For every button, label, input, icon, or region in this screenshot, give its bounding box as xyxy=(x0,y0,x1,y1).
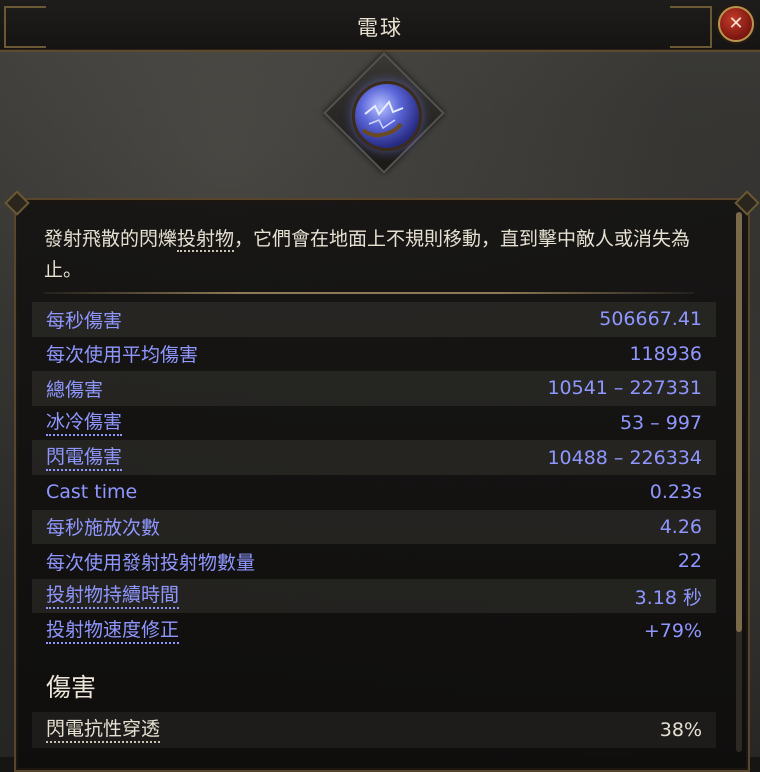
lightning-penetration-tooltip-link[interactable]: 閃電抗性穿透 xyxy=(46,717,161,743)
title-bar: 電球 ✕ xyxy=(0,0,760,52)
stat-row: 投射物速度修正 +79% xyxy=(46,618,702,644)
damage-section-title: 傷害 xyxy=(46,673,97,702)
projectile-speed-tooltip-link[interactable]: 投射物速度修正 xyxy=(46,618,180,644)
scrollbar-thumb[interactable] xyxy=(736,212,742,632)
stat-row: 總傷害 10541 – 227331 xyxy=(32,371,716,406)
damage-stat-row: 閃電抗性穿透 38% xyxy=(32,712,716,748)
skill-icon-frame xyxy=(323,52,445,174)
lightning-damage-tooltip-link[interactable]: 閃電傷害 xyxy=(46,445,123,471)
close-button[interactable]: ✕ xyxy=(718,6,754,42)
stat-row: Cast time 0.23s xyxy=(46,481,702,504)
stat-row: 冰冷傷害 53 – 997 xyxy=(46,410,702,437)
projectile-duration-tooltip-link[interactable]: 投射物持續時間 xyxy=(46,583,180,610)
projectile-keyword-link[interactable]: 投射物 xyxy=(177,228,235,252)
stat-row: 每秒傷害 506667.41 xyxy=(32,302,716,337)
lightning-orb-icon xyxy=(352,81,422,151)
description-divider xyxy=(44,292,694,294)
stat-row: 投射物持續時間 3.18 秒 xyxy=(32,578,716,614)
stat-row: 每秒施放次數 4.26 xyxy=(32,509,716,545)
skill-details-panel: 發射飛散的閃爍投射物，它們會在地面上不規則移動，直到擊中敵人或消失為止。 每秒傷… xyxy=(14,198,750,772)
scrollbar[interactable] xyxy=(736,212,742,752)
skill-description: 發射飛散的閃爍投射物，它們會在地面上不規則移動，直到擊中敵人或消失為止。 xyxy=(44,228,691,281)
window-title: 電球 xyxy=(357,16,403,40)
stat-row: 閃電傷害 10488 – 226334 xyxy=(32,440,716,475)
stat-row: 每次使用發射投射物數量 22 xyxy=(46,550,702,574)
stat-row: 每次使用平均傷害 118936 xyxy=(46,342,702,367)
skill-tooltip-window: 電球 ✕ 發射飛散的閃爍投射物，它們會在地面上不規則移動，直到擊中敵人或消失為止… xyxy=(0,0,760,772)
cold-damage-tooltip-link[interactable]: 冰冷傷害 xyxy=(46,410,123,437)
stats-list: 每秒傷害 506667.41 每次使用平均傷害 118936 總傷害 10541… xyxy=(32,302,716,648)
